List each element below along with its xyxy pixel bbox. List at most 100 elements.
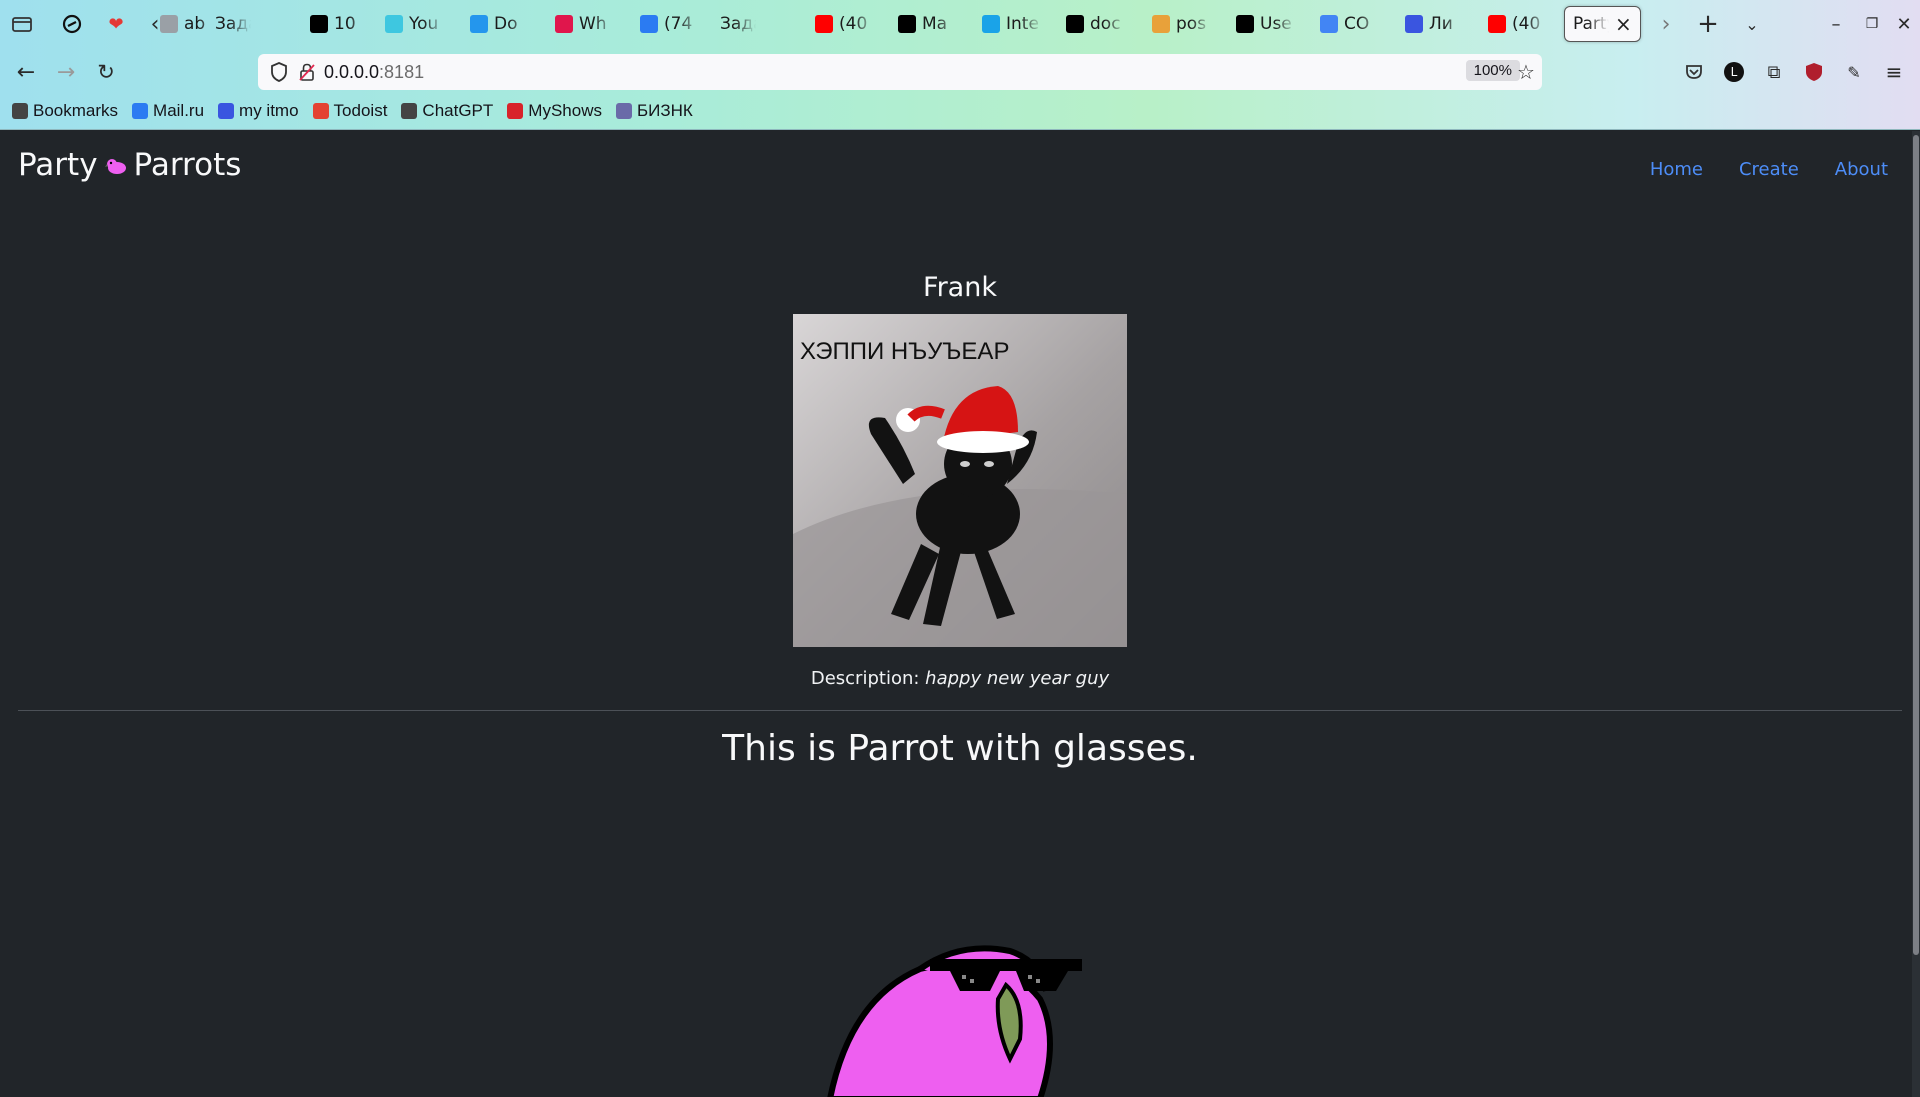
- cube-icon: [615, 103, 632, 119]
- account-icon[interactable]: L: [1720, 58, 1748, 86]
- mail-icon: [640, 15, 658, 33]
- github-icon: [1066, 15, 1084, 33]
- page-scrollbar[interactable]: [1912, 131, 1920, 1097]
- browser-tab[interactable]: Use: [1236, 6, 1296, 42]
- pinned-tab-icon[interactable]: [60, 12, 84, 36]
- nav-link-home[interactable]: Home: [1650, 159, 1703, 180]
- parrot-headline: This is Parrot with glasses.: [722, 728, 1198, 769]
- tab-strip: ❤ ‹ abЗадан10YouDoWh(74Задан(40MaIntedoc…: [0, 0, 1920, 48]
- shield-icon[interactable]: [270, 62, 288, 82]
- url-bar[interactable]: 0.0.0.0:8181 100%: [258, 54, 1542, 90]
- restore-icon[interactable]: ❐: [1858, 10, 1886, 38]
- youtube-music-icon: [385, 15, 403, 33]
- browser-tab[interactable]: Ma: [898, 6, 958, 42]
- folder-icon: [12, 103, 28, 119]
- chatgpt-icon: [401, 103, 418, 119]
- description-label: Description:: [810, 668, 920, 689]
- itmo-icon: [1405, 15, 1423, 33]
- bookmark-label: my itmo: [239, 101, 299, 120]
- brand-right-text: Parrots: [133, 147, 242, 183]
- itmo-icon: [218, 103, 235, 119]
- browser-tab[interactable]: (40: [815, 6, 875, 42]
- bookmark-item[interactable]: Mail.ru: [132, 101, 204, 121]
- navigation-toolbar: ← → ↻ 0.0.0.0:8181 100% ☆ L ⧉ ✎ ≡: [0, 52, 1920, 92]
- tv-icon: [507, 103, 524, 119]
- tab-title: Wh: [579, 14, 607, 34]
- bookmark-label: БИЗНК: [636, 101, 693, 120]
- browser-tab[interactable]: Задан: [215, 6, 251, 42]
- site-nav-links: Home Create About: [1650, 159, 1888, 180]
- minimize-icon[interactable]: –: [1822, 10, 1850, 38]
- nav-link-create[interactable]: Create: [1739, 159, 1799, 180]
- browser-tab[interactable]: Inte: [982, 6, 1042, 42]
- scrollbar-thumb[interactable]: [1913, 135, 1919, 955]
- todoist-icon: [312, 103, 329, 119]
- close-window-icon[interactable]: ✕: [1890, 10, 1918, 38]
- browser-tab[interactable]: Wh: [555, 6, 615, 42]
- bookmark-label: Bookmarks: [33, 101, 119, 120]
- page-content: Party Parrots Home Create About Frank ХЭ…: [0, 131, 1920, 1097]
- bookmark-label: MyShows: [528, 101, 602, 120]
- new-tab-icon[interactable]: +: [1696, 9, 1720, 39]
- pos-icon: [1152, 15, 1170, 33]
- card-title: Frank: [923, 272, 997, 303]
- site-brand[interactable]: Party Parrots: [18, 147, 241, 183]
- bookmarks-toolbar: Bookmarks Mail.ru my itmo Todoist ChatGPT MyS…: [0, 96, 1920, 126]
- parrot-with-glasses-image: [827, 945, 1082, 1097]
- insecure-lock-icon[interactable]: [298, 62, 316, 82]
- browser-tab[interactable]: (40: [1488, 6, 1548, 42]
- bookmark-star-icon[interactable]: ☆: [1512, 58, 1540, 86]
- browser-tab[interactable]: Party ×: [1564, 6, 1641, 42]
- tab-title: Party: [1573, 14, 1609, 34]
- card-description: Description: happy new year guy: [0, 668, 1920, 689]
- menu-icon[interactable]: ≡: [1880, 58, 1908, 86]
- browser-tab[interactable]: (74: [640, 6, 700, 42]
- reload-icon[interactable]: ↻: [92, 58, 120, 86]
- pocket-icon[interactable]: [1680, 58, 1708, 86]
- browser-tab[interactable]: ab: [160, 6, 220, 42]
- browser-tab[interactable]: Do: [470, 6, 530, 42]
- dev-icon: [898, 15, 916, 33]
- tab-title: Ли: [1429, 14, 1453, 34]
- tab-title: Inte: [1006, 14, 1039, 34]
- list-all-tabs-icon[interactable]: ⌄: [1740, 12, 1764, 36]
- bookmark-item[interactable]: my itmo: [218, 101, 299, 121]
- youtube-icon: [1488, 15, 1506, 33]
- tab-title: You: [409, 14, 439, 34]
- back-icon[interactable]: ←: [12, 58, 40, 86]
- tab-title: (40: [839, 14, 868, 34]
- browser-tab[interactable]: Задан: [720, 6, 756, 42]
- nav-link-about[interactable]: About: [1835, 159, 1888, 180]
- bookmark-item[interactable]: MyShows: [507, 101, 602, 121]
- brand-left-text: Party: [18, 147, 98, 183]
- bookmark-item[interactable]: Bookmarks: [12, 101, 118, 121]
- ublock-icon[interactable]: [1800, 58, 1828, 86]
- dev-icon: [310, 15, 328, 33]
- browser-tab[interactable]: You: [385, 6, 445, 42]
- tab-title: 10: [334, 14, 356, 34]
- close-tab-icon[interactable]: ×: [1615, 12, 1632, 36]
- browser-tab[interactable]: 10: [310, 6, 370, 42]
- browser-tab[interactable]: pos: [1152, 6, 1212, 42]
- tab-title: pos: [1176, 14, 1207, 34]
- browser-tab[interactable]: Ли: [1405, 6, 1465, 42]
- bookmark-item[interactable]: БИЗНК: [615, 101, 693, 121]
- bookmark-item[interactable]: Todoist: [312, 101, 387, 121]
- browser-tab[interactable]: CO: [1320, 6, 1380, 42]
- edge-icon: [982, 15, 1000, 33]
- extensions-icon[interactable]: ⧉: [1760, 58, 1788, 86]
- bookmark-item[interactable]: ChatGPT: [401, 101, 493, 121]
- tab-overview-icon[interactable]: [10, 12, 34, 36]
- bookmark-label: ChatGPT: [422, 101, 494, 120]
- tab-title: Задан: [720, 14, 756, 34]
- section-divider: [18, 710, 1902, 711]
- scroll-tabs-right-icon[interactable]: ›: [1656, 12, 1676, 37]
- extension-pen-icon[interactable]: ✎: [1840, 58, 1868, 86]
- pinned-heart-icon[interactable]: ❤: [104, 12, 128, 36]
- description-value: happy new year guy: [925, 668, 1110, 689]
- chevron-left-icon: [160, 15, 178, 33]
- browser-tab[interactable]: doc: [1066, 6, 1126, 42]
- forward-icon[interactable]: →: [52, 58, 80, 86]
- url-port: :8181: [379, 61, 425, 82]
- notion-icon: [1236, 15, 1254, 33]
